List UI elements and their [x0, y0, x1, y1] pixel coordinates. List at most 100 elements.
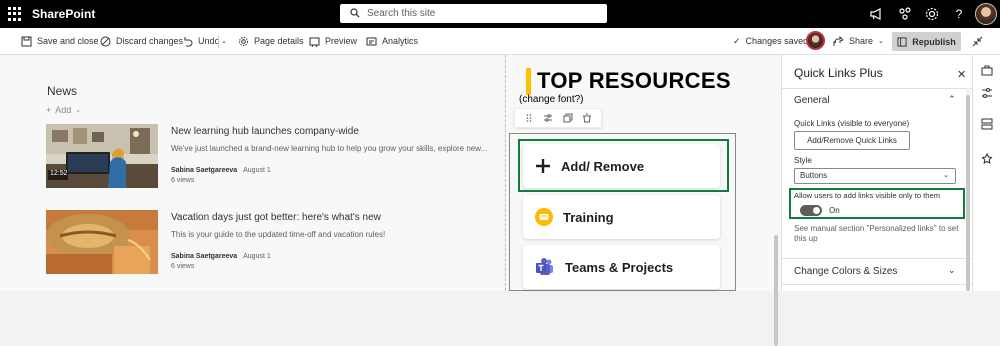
republish-icon: [897, 36, 907, 47]
news-add-label: Add: [55, 105, 72, 115]
news-add-button[interactable]: + Add ⌄: [46, 105, 81, 115]
save-status-label: Changes saved: [745, 36, 809, 46]
chevron-down-icon: ⌄: [75, 107, 82, 114]
checkmark-icon: ✓: [733, 36, 741, 46]
section-general-header[interactable]: General: [794, 95, 830, 106]
teams-icon: [536, 258, 553, 275]
resources-subtitle[interactable]: (change font?): [519, 94, 584, 105]
undo-label: Undo: [198, 36, 220, 46]
design-ideas-icon[interactable]: [981, 153, 993, 165]
quick-links-label: Quick Links (visible to everyone): [794, 119, 910, 128]
news-author-line: Sabina Saetgareeva August 1: [171, 253, 271, 260]
title-accent-bar: [526, 68, 531, 95]
toolbox-icon[interactable]: [981, 64, 993, 76]
close-icon[interactable]: ✕: [957, 68, 966, 81]
news-author-line: Sabina Saetgareeva August 1: [171, 167, 271, 174]
personalized-links-note: See manual section "Personalized links" …: [794, 224, 959, 243]
command-bar: Save and close Discard changes Undo ⌄ Pa…: [0, 28, 1000, 55]
news-item[interactable]: 12:52 New learning hub launches company-…: [46, 124, 487, 188]
property-pane: Quick Links Plus ✕ General ⌃ Quick Links…: [781, 55, 973, 291]
undo-button[interactable]: Undo: [182, 28, 220, 55]
megaphone-icon[interactable]: [868, 6, 884, 22]
style-dropdown-value: Buttons: [800, 171, 828, 180]
search-placeholder: Search this site: [367, 8, 436, 19]
quick-link-label: Training: [563, 209, 614, 225]
add-remove-quick-links-button[interactable]: Add/Remove Quick Links: [794, 131, 910, 150]
style-dropdown[interactable]: Buttons ⌄: [794, 168, 956, 184]
pane-divider: [782, 88, 973, 89]
search-input[interactable]: Search this site: [340, 4, 607, 23]
discard-icon: [100, 36, 111, 47]
style-label: Style: [794, 156, 812, 165]
command-separator: [218, 35, 219, 48]
undo-icon: [184, 37, 193, 47]
save-icon: [21, 36, 32, 47]
delete-icon[interactable]: [582, 113, 592, 123]
news-date: August 1: [243, 253, 271, 260]
page-details-label: Page details: [254, 36, 304, 46]
analytics-button[interactable]: Analytics: [366, 28, 418, 55]
news-headline[interactable]: Vacation days just got better: here's wh…: [171, 212, 381, 223]
app-name[interactable]: SharePoint: [32, 7, 95, 21]
selected-link-outline: [518, 139, 729, 192]
collapse-icon[interactable]: [972, 36, 983, 47]
chevron-down-icon: ⌄: [943, 172, 949, 179]
profile-avatar[interactable]: [975, 3, 997, 25]
share-button[interactable]: Share ⌄: [833, 28, 884, 55]
resources-section: TOP RESOURCES (change font?) Add/ Remove…: [506, 55, 781, 291]
share-icon: [833, 36, 844, 46]
share-chevron-icon: ⌄: [878, 38, 884, 45]
news-title: News: [47, 84, 78, 98]
pane-scrollbar[interactable]: [966, 95, 970, 291]
news-thumbnail-vacation: [46, 210, 158, 274]
news-item[interactable]: Vacation days just got better: here's wh…: [46, 210, 486, 274]
app-launcher-icon[interactable]: [8, 7, 22, 21]
edit-properties-icon[interactable]: [543, 113, 553, 123]
republish-button[interactable]: Republish: [892, 32, 961, 51]
drag-handle-icon[interactable]: [524, 113, 534, 123]
quick-link-label: Teams & Projects: [565, 259, 674, 275]
analytics-icon: [366, 37, 377, 46]
resources-title[interactable]: TOP RESOURCES: [537, 68, 731, 94]
webpart-toolbar: [514, 108, 602, 128]
quick-link-teams-projects[interactable]: Teams & Projects: [523, 245, 720, 289]
training-icon: [535, 208, 553, 226]
toolbox-rail: [972, 55, 1000, 291]
news-views: 6 views: [171, 177, 195, 184]
section-colors-header[interactable]: Change Colors & Sizes: [794, 266, 897, 277]
thumbnail-time: 12:52: [50, 170, 68, 177]
page-canvas: News + Add ⌄ 12:52 New learning hub laun…: [0, 55, 781, 346]
chevron-up-icon[interactable]: ⌃: [948, 94, 956, 105]
preview-button[interactable]: Preview: [309, 28, 357, 55]
undo-dropdown-chevron-icon[interactable]: ⌄: [221, 28, 227, 55]
chevron-down-icon[interactable]: ⌄: [948, 265, 956, 276]
share-label: Share: [849, 36, 874, 46]
page-details-button[interactable]: Page details: [238, 28, 304, 55]
quick-link-training[interactable]: Training: [523, 195, 720, 239]
search-icon: [350, 8, 360, 18]
save-and-close-button[interactable]: Save and close: [21, 28, 99, 55]
news-author[interactable]: Sabina Saetgareeva: [171, 167, 237, 174]
preview-label: Preview: [325, 36, 358, 46]
discard-changes-button[interactable]: Discard changes: [100, 28, 183, 55]
save-and-close-label: Save and close: [37, 36, 99, 46]
gear-icon: [239, 37, 248, 46]
pane-divider: [782, 284, 973, 285]
settings-gear-icon[interactable]: [924, 6, 940, 22]
coauthor-avatar[interactable]: [806, 31, 825, 50]
duplicate-icon[interactable]: [563, 113, 573, 123]
republish-label: Republish: [912, 36, 956, 47]
share-network-icon[interactable]: [897, 6, 913, 22]
plus-icon: +: [46, 105, 52, 115]
news-description: This is your guide to the updated time-o…: [171, 230, 386, 239]
news-author[interactable]: Sabina Saetgareeva: [171, 253, 237, 260]
preview-icon: [309, 37, 320, 47]
allow-personal-links-toggle[interactable]: [800, 205, 822, 216]
toggle-state-label: On: [829, 206, 840, 215]
sliders-icon[interactable]: [981, 87, 993, 99]
sections-icon[interactable]: [981, 118, 993, 130]
allow-personal-links-label: Allow users to add links visible only to…: [794, 191, 941, 200]
help-icon[interactable]: ?: [951, 6, 967, 22]
discard-changes-label: Discard changes: [116, 36, 184, 46]
news-headline[interactable]: New learning hub launches company-wide: [171, 126, 359, 137]
